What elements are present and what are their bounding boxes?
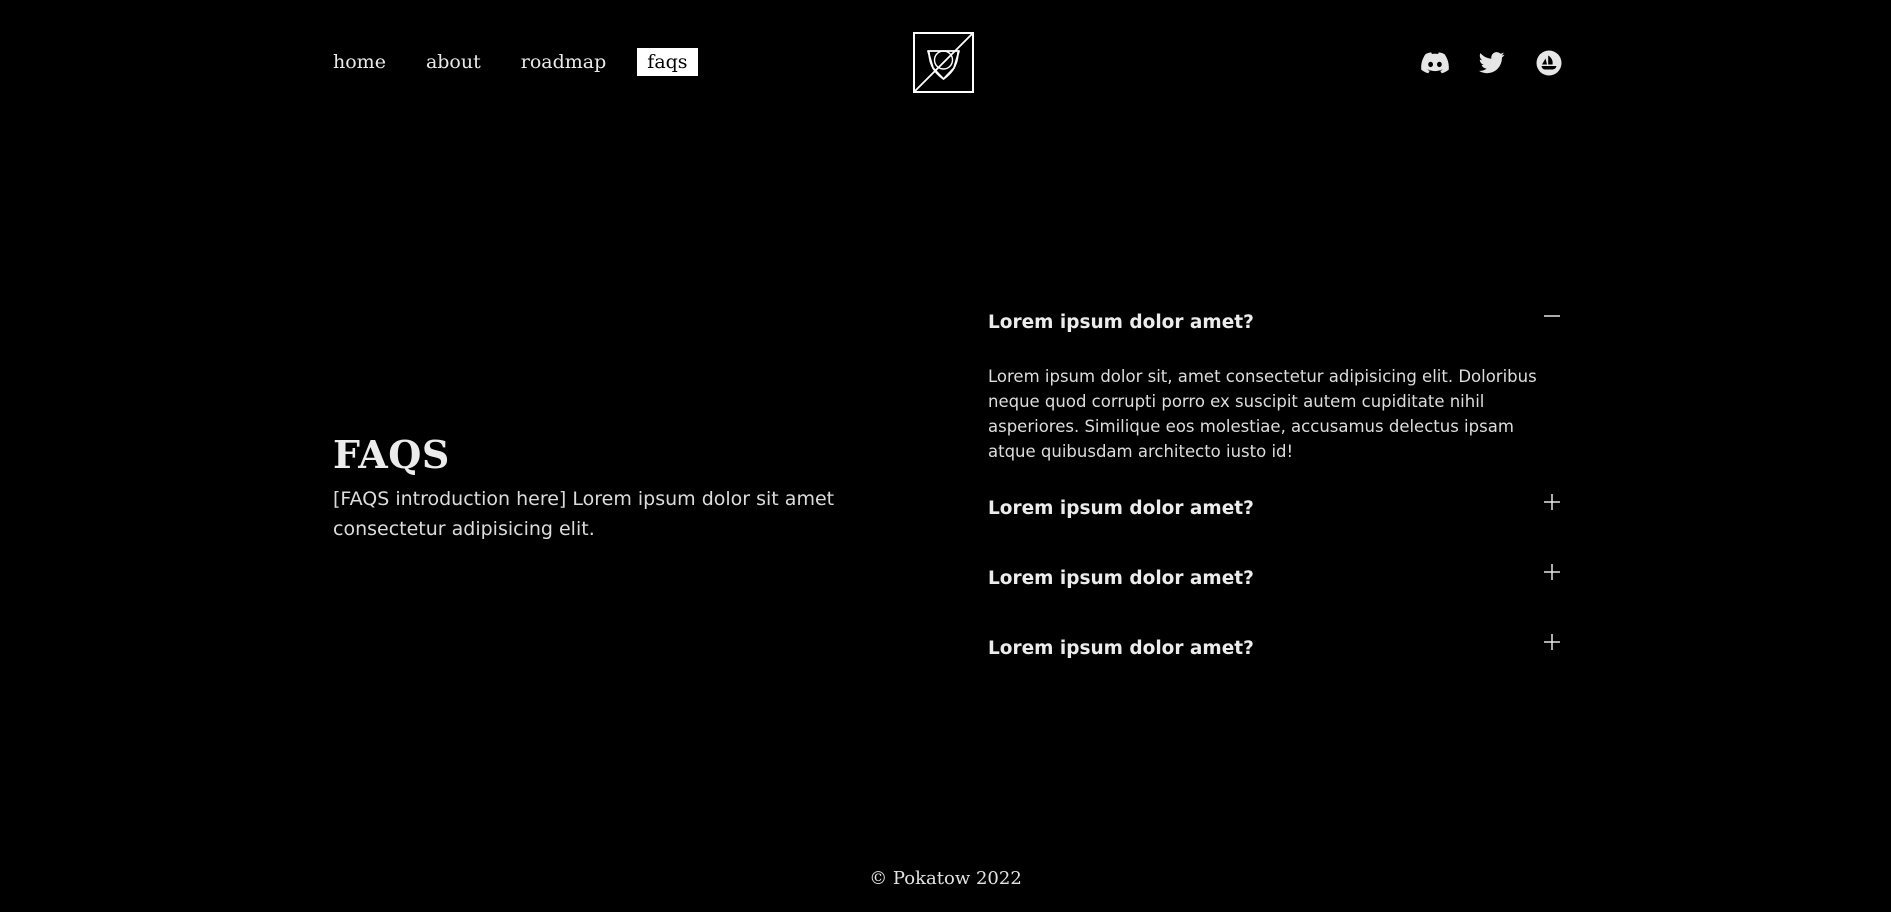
plus-icon[interactable] — [1542, 492, 1562, 512]
faq-question-text: Lorem ipsum dolor amet? — [988, 637, 1254, 659]
brand-logo[interactable] — [913, 32, 974, 93]
faq-accordion: Lorem ipsum dolor amet? Lorem ipsum dolo… — [988, 302, 1566, 698]
faq-question-text: Lorem ipsum dolor amet? — [988, 311, 1254, 333]
faq-item: Lorem ipsum dolor amet? — [988, 628, 1566, 668]
site-header: home about roadmap faqs — [0, 0, 1891, 126]
nav-link-faqs[interactable]: faqs — [637, 48, 698, 76]
plus-icon[interactable] — [1542, 562, 1562, 582]
faq-item: Lorem ipsum dolor amet? — [988, 558, 1566, 598]
main-nav: home about roadmap faqs — [333, 48, 738, 76]
faq-answer-text: Lorem ipsum dolor sit, amet consectetur … — [988, 367, 1537, 461]
opensea-icon[interactable] — [1534, 48, 1564, 78]
faq-question-toggle[interactable]: Lorem ipsum dolor amet? — [988, 558, 1566, 598]
brand-shield-logo-icon — [915, 34, 972, 91]
faq-question-toggle[interactable]: Lorem ipsum dolor amet? — [988, 488, 1566, 528]
plus-icon[interactable] — [1542, 632, 1562, 652]
site-footer: © Pokatow 2022 — [0, 868, 1891, 889]
discord-icon[interactable] — [1420, 48, 1450, 78]
copyright-text: © Pokatow 2022 — [869, 868, 1022, 889]
faq-question-text: Lorem ipsum dolor amet? — [988, 567, 1254, 589]
faq-question-toggle[interactable]: Lorem ipsum dolor amet? — [988, 302, 1566, 342]
faq-intro: FAQS [FAQS introduction here] Lorem ipsu… — [333, 432, 853, 544]
intro-text: [FAQS introduction here] Lorem ipsum dol… — [333, 488, 835, 540]
social-links — [1420, 48, 1564, 78]
faq-question-toggle[interactable]: Lorem ipsum dolor amet? — [988, 628, 1566, 668]
nav-link-roadmap[interactable]: roadmap — [521, 48, 607, 76]
twitter-icon[interactable] — [1477, 48, 1507, 78]
faq-item: Lorem ipsum dolor amet? — [988, 488, 1566, 528]
page-title: FAQS — [333, 432, 450, 477]
nav-link-about[interactable]: about — [426, 48, 481, 76]
nav-link-home[interactable]: home — [333, 48, 386, 76]
minus-icon[interactable] — [1542, 306, 1562, 326]
faq-item: Lorem ipsum dolor amet? Lorem ipsum dolo… — [988, 302, 1566, 464]
faq-question-text: Lorem ipsum dolor amet? — [988, 497, 1254, 519]
